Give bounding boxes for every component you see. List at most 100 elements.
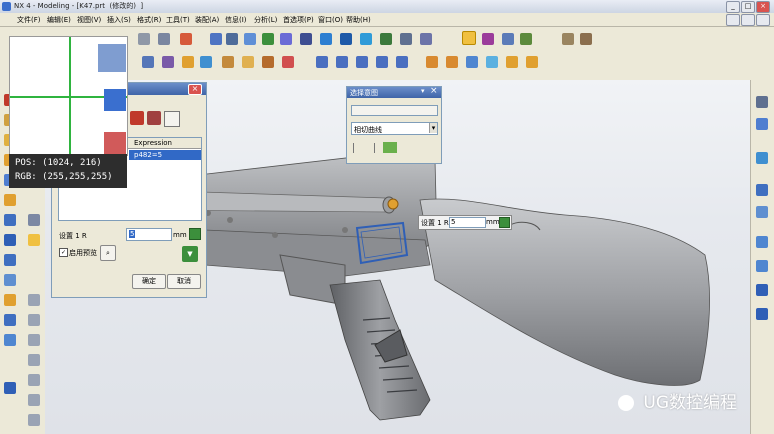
shaded-icon[interactable] (300, 33, 312, 45)
selection-close-button[interactable]: × (430, 86, 438, 96)
view-palette-icon[interactable] (756, 152, 768, 164)
menu-window[interactable]: 窗口(O) (318, 15, 343, 25)
layer-icon[interactable] (380, 33, 392, 45)
close-button[interactable]: × (756, 1, 770, 13)
fit-view-icon[interactable] (210, 33, 222, 45)
roles-icon[interactable] (4, 274, 16, 286)
pocket-icon[interactable] (262, 56, 274, 68)
preview-checkbox[interactable]: ✓ (59, 248, 68, 257)
maximize-button[interactable]: □ (741, 1, 755, 13)
scene-icon[interactable] (756, 184, 768, 196)
ok-button[interactable]: 确定 (132, 274, 166, 289)
dialog-close-button[interactable]: × (188, 84, 202, 95)
templates-icon[interactable] (4, 382, 16, 394)
web-browser-icon[interactable] (4, 194, 16, 206)
move-icon[interactable] (506, 56, 518, 68)
rotate-icon[interactable] (262, 33, 274, 45)
system-scenes-icon[interactable] (4, 314, 16, 326)
snap-icon[interactable] (482, 33, 494, 45)
point-tool-icon[interactable] (28, 234, 40, 246)
clock-icon[interactable] (756, 236, 768, 248)
radius-options-icon[interactable] (189, 228, 201, 240)
measure-icon[interactable] (520, 33, 532, 45)
list-item-selected[interactable]: p482=5 (129, 150, 201, 160)
radius-input[interactable]: 5 (126, 228, 172, 241)
sketch-fillet-icon[interactable] (28, 354, 40, 366)
select-cursor-icon[interactable] (462, 31, 476, 45)
inline-confirm-icon[interactable] (499, 217, 510, 228)
shell-icon[interactable] (356, 56, 368, 68)
menu-assemblies[interactable]: 装配(A) (195, 15, 219, 25)
roles-palette-icon[interactable] (756, 284, 768, 296)
section-icon[interactable] (580, 33, 592, 45)
materials-icon[interactable] (756, 206, 768, 218)
sketch-circle-icon[interactable] (28, 334, 40, 346)
pattern-icon[interactable] (466, 56, 478, 68)
sketch-spline-icon[interactable] (28, 414, 40, 426)
add-set-icon[interactable] (164, 111, 180, 127)
sketch-rect-icon[interactable] (28, 374, 40, 386)
sketch-arc-icon[interactable] (28, 314, 40, 326)
wireframe-icon[interactable] (320, 33, 332, 45)
menu-format[interactable]: 格式(R) (137, 15, 161, 25)
sphere-icon[interactable] (360, 33, 372, 45)
display-icon[interactable] (420, 33, 432, 45)
doc-close-button[interactable] (756, 14, 770, 26)
select-edge-icon[interactable] (130, 111, 144, 125)
zoom-icon[interactable] (226, 33, 238, 45)
extrude-icon[interactable] (182, 56, 194, 68)
menu-file[interactable]: 文件(F) (17, 15, 41, 25)
magnify-preview-button[interactable]: ⌕ (100, 245, 116, 261)
menu-information[interactable]: 信息(I) (225, 15, 247, 25)
process-studio-icon[interactable] (4, 234, 16, 246)
color-icon[interactable] (400, 33, 412, 45)
stop-at-intersection-icon[interactable] (353, 143, 375, 153)
doc-restore-button[interactable] (741, 14, 755, 26)
palette-icon[interactable] (4, 214, 16, 226)
sketch-line-icon[interactable] (28, 294, 40, 306)
menu-help[interactable]: 帮助(H) (346, 15, 371, 25)
chart-icon[interactable] (756, 308, 768, 320)
menu-insert[interactable]: 插入(S) (107, 15, 131, 25)
boss-icon[interactable] (242, 56, 254, 68)
pan-icon[interactable] (244, 33, 256, 45)
undo-icon[interactable] (138, 33, 150, 45)
line-tool-icon[interactable] (28, 214, 40, 226)
text-icon[interactable] (756, 260, 768, 272)
dropdown-arrow-icon[interactable]: ▾ (421, 87, 425, 95)
redo-icon[interactable] (158, 33, 170, 45)
menu-preferences[interactable]: 首选项(P) (283, 15, 314, 25)
boolean-icon[interactable] (426, 56, 438, 68)
revolve-icon[interactable] (200, 56, 212, 68)
inline-offset-input[interactable]: 5 (449, 217, 486, 228)
render-style-icon[interactable] (340, 33, 352, 45)
menu-tools[interactable]: 工具(T) (166, 15, 190, 25)
menu-view[interactable]: 视图(V) (77, 15, 101, 25)
visual-effects-icon[interactable] (4, 334, 16, 346)
trim-icon[interactable] (446, 56, 458, 68)
hole-icon[interactable] (222, 56, 234, 68)
variable-radius-icon[interactable] (147, 111, 161, 125)
minimize-button[interactable]: _ (726, 1, 740, 13)
system-materials-icon[interactable] (4, 254, 16, 266)
offset-face-icon[interactable] (396, 56, 408, 68)
doc-minimize-button[interactable] (726, 14, 740, 26)
properties-icon[interactable] (756, 96, 768, 108)
ruler-icon[interactable] (562, 33, 574, 45)
chamfer-icon[interactable] (336, 56, 348, 68)
intent-dropdown[interactable]: 相切曲线 ▾ (351, 122, 438, 135)
selection-filter-icon[interactable] (180, 33, 192, 45)
pad-icon[interactable] (282, 56, 294, 68)
mirror-icon[interactable] (486, 56, 498, 68)
menu-edit[interactable]: 编辑(E) (47, 15, 71, 25)
curve-icon[interactable] (142, 56, 154, 68)
edge-blend-icon[interactable] (316, 56, 328, 68)
cancel-button[interactable]: 取消 (167, 274, 201, 289)
menu-analysis[interactable]: 分析(L) (254, 15, 277, 25)
follow-fillet-icon[interactable] (383, 142, 397, 153)
history-list-icon[interactable] (4, 294, 16, 306)
analysis-icon[interactable] (502, 33, 514, 45)
orient-view-icon[interactable] (280, 33, 292, 45)
arc-icon[interactable] (162, 56, 174, 68)
filter-dropdown[interactable] (351, 105, 438, 116)
